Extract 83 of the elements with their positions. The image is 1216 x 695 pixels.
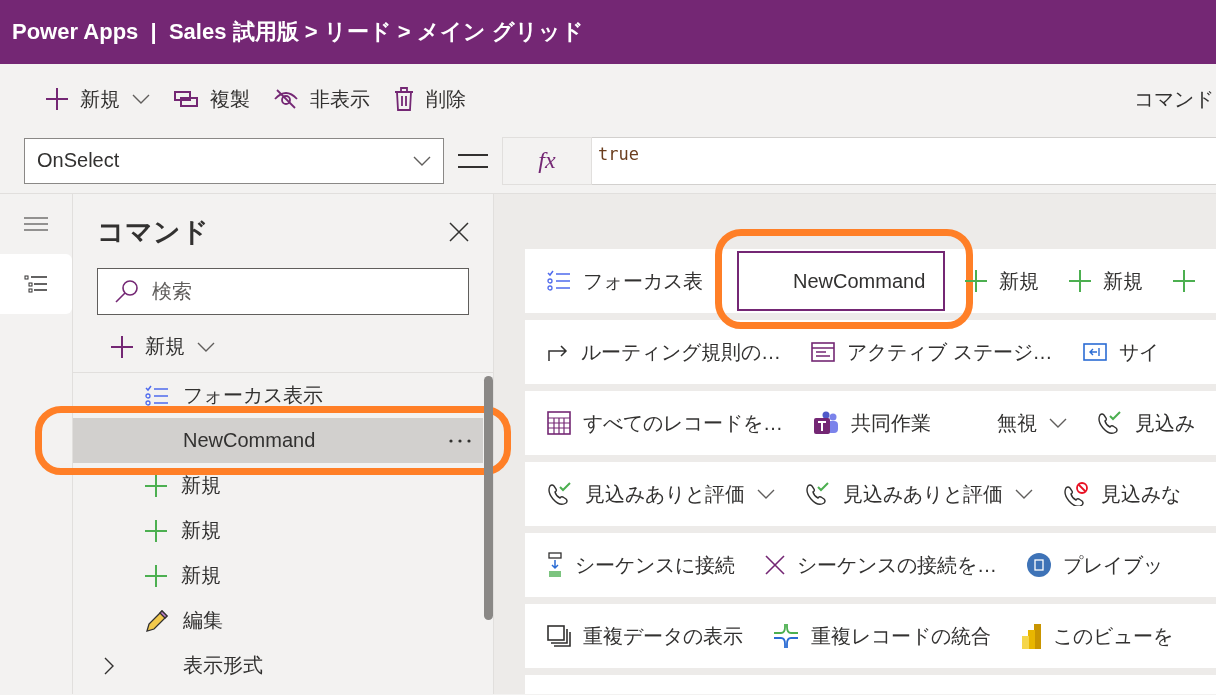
checklist-icon [145,384,169,407]
command-button[interactable]: 重複データの表示 [545,606,745,666]
new-button[interactable]: 新規 [111,333,215,360]
duplicate-icon [547,625,571,647]
command-button[interactable]: サイ [1080,322,1161,382]
clipboard-icon [1027,553,1051,577]
copy-icon [174,91,198,107]
panel-icon [1082,343,1107,361]
phone-check-icon [547,482,573,506]
plus-icon [145,519,167,542]
table-icon [547,411,571,435]
command-button[interactable]: 共同作業 [811,393,933,453]
people-icon [813,411,839,435]
chevron-down-icon [1049,418,1067,428]
chevron-down-icon [1015,489,1033,499]
pencil-icon [145,608,169,633]
property-dropdown[interactable]: OnSelect [24,137,444,184]
menu-icon [24,217,48,231]
command-button[interactable]: 新規 [1067,251,1146,311]
form-icon [811,342,835,362]
command-button[interactable]: 見込み [1095,393,1197,453]
command-item[interactable]: 表示形式 [73,643,483,688]
close-button[interactable] [449,222,469,242]
checklist-icon [547,270,571,292]
toolbar-button[interactable]: 複製 [174,85,250,113]
panel-title: コマンド [97,216,209,249]
phone-check-icon [1097,411,1123,435]
arrow-icon [547,342,569,362]
search-field[interactable]: 検索 [97,268,469,315]
command-button[interactable]: シーケンスに接続 [545,535,737,595]
command-button[interactable]: フォーカス表 [545,251,705,311]
chevron-down-icon [757,489,775,499]
plus-icon [1173,270,1196,292]
formula-field[interactable]: true [592,136,1216,185]
close-icon [449,222,469,242]
command-button[interactable]: ルーティング規則の… [545,322,783,382]
plus-icon [145,474,167,497]
command-button[interactable]: NewCommand [737,251,946,311]
command-button[interactable]: プレイブッ [1025,535,1165,595]
plus-icon [145,564,167,587]
command-button[interactable]: 見込みありと評価 [803,464,1035,524]
plus-icon [111,335,133,358]
command-button[interactable]: 見込みありと評価 [545,464,777,524]
search-icon [115,279,139,303]
toolbar-button[interactable]: 削除 [394,85,466,113]
fx-button[interactable]: fx [502,136,592,185]
plus-icon [46,88,68,110]
chevron-down-icon [197,341,215,352]
chevron-down-icon [413,155,431,166]
toolbar-button[interactable]: 非表示 [274,85,370,113]
plus-icon [1069,270,1092,292]
tree-list-icon [24,275,48,293]
x-icon [765,555,785,575]
command-button[interactable]: アクティブ ステージ… [809,322,1055,382]
bar-chart-icon [1021,623,1041,649]
merge-icon [773,624,799,648]
trash-icon [394,87,414,111]
scrollbar[interactable] [484,376,493,620]
command-button[interactable]: このビューを [1019,606,1175,666]
command-item[interactable]: 新規 [73,508,483,553]
commands-label: コマンド [1134,86,1214,112]
download-icon [547,552,563,578]
more-icon [449,438,471,443]
command-item[interactable]: 編集 [73,598,483,643]
command-button[interactable]: 新規 [963,251,1042,311]
phone-block-icon [1063,482,1089,506]
command-item[interactable]: NewCommand [73,418,483,463]
command-button[interactable]: 無視 [959,393,1069,453]
chevron-down-icon [132,94,150,104]
rail-button[interactable] [0,254,72,314]
toolbar-button[interactable]: 新規 [46,85,150,113]
app-title: Power Apps | Sales 試用版 > リード > メイン グリッド [12,18,584,46]
command-button[interactable]: 見込みな [1061,464,1183,524]
command-button[interactable]: 重複レコードの統合 [771,606,993,666]
eye-slash-icon [274,89,298,109]
command-button[interactable]: シーケンスの接続を… [763,535,999,595]
command-button[interactable]: すべてのレコードを… [545,393,785,453]
equals-icon [458,152,488,169]
command-item[interactable]: フォーカス表示 [73,373,483,418]
command-item[interactable]: 新規 [73,463,483,508]
phone-check-icon [805,482,831,506]
command-item[interactable]: 新規 [73,553,483,598]
plus-icon [965,270,988,292]
